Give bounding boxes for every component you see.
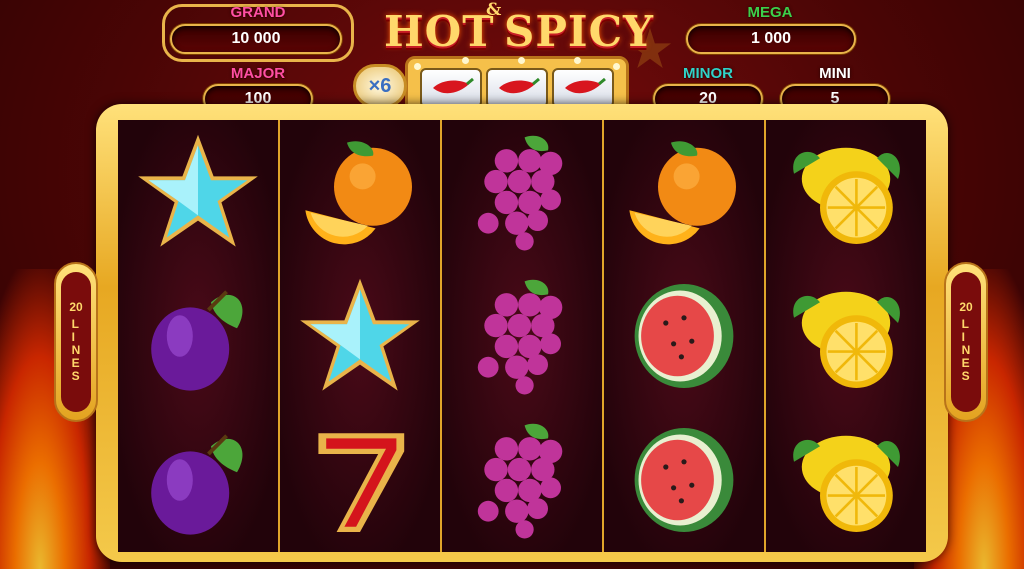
lines-word: LINES [961, 317, 971, 383]
seven-icon [280, 408, 440, 552]
orange-icon [280, 120, 440, 264]
logo-spicy: SPICY [504, 6, 654, 56]
mini-jackpot-label: MINI [819, 65, 851, 82]
star-icon [118, 120, 278, 264]
minor-jackpot-label: MINOR [683, 65, 733, 82]
grapes-icon [442, 264, 602, 408]
major-jackpot-label: MAJOR [230, 65, 286, 82]
lines-word: LINES [71, 317, 81, 383]
grand-jackpot-label: GRAND [230, 4, 286, 21]
lemon-icon [766, 120, 926, 264]
reel-grid [118, 120, 926, 552]
multiplier-badge: ×6 [353, 64, 407, 108]
logo-hot: HOT [384, 6, 495, 56]
watermelon-icon [604, 264, 764, 408]
reel-3 [442, 120, 604, 552]
lines-indicator-right: 20 LINES [944, 262, 988, 422]
mini-reel-1 [420, 68, 482, 108]
grand-jackpot-value: 10 000 [170, 24, 342, 54]
lines-count: 20 [959, 300, 973, 314]
lemon-icon [766, 264, 926, 408]
reel-4 [604, 120, 766, 552]
grapes-icon [442, 120, 602, 264]
grapes-icon [442, 408, 602, 552]
orange-icon [604, 120, 764, 264]
reel-5 [766, 120, 926, 552]
watermelon-icon [604, 408, 764, 552]
chili-pepper-icon [433, 77, 474, 94]
mega-jackpot-label: MEGA [747, 4, 793, 21]
reel-1 [118, 120, 280, 552]
mini-reel-3 [552, 68, 614, 108]
game-logo: HOT SPICY [384, 4, 654, 58]
logo-ampersand: & [486, 0, 502, 20]
plum-icon [118, 264, 278, 408]
lines-count: 20 [69, 300, 83, 314]
mini-reel-2 [486, 68, 548, 108]
plum-icon [118, 408, 278, 552]
lemon-icon [766, 408, 926, 552]
lines-indicator-left: 20 LINES [54, 262, 98, 422]
star-icon [280, 264, 440, 408]
reel-2 [280, 120, 442, 552]
chili-pepper-icon [565, 77, 606, 94]
chili-pepper-icon [499, 77, 540, 94]
mega-jackpot-value: 1 000 [686, 24, 856, 54]
